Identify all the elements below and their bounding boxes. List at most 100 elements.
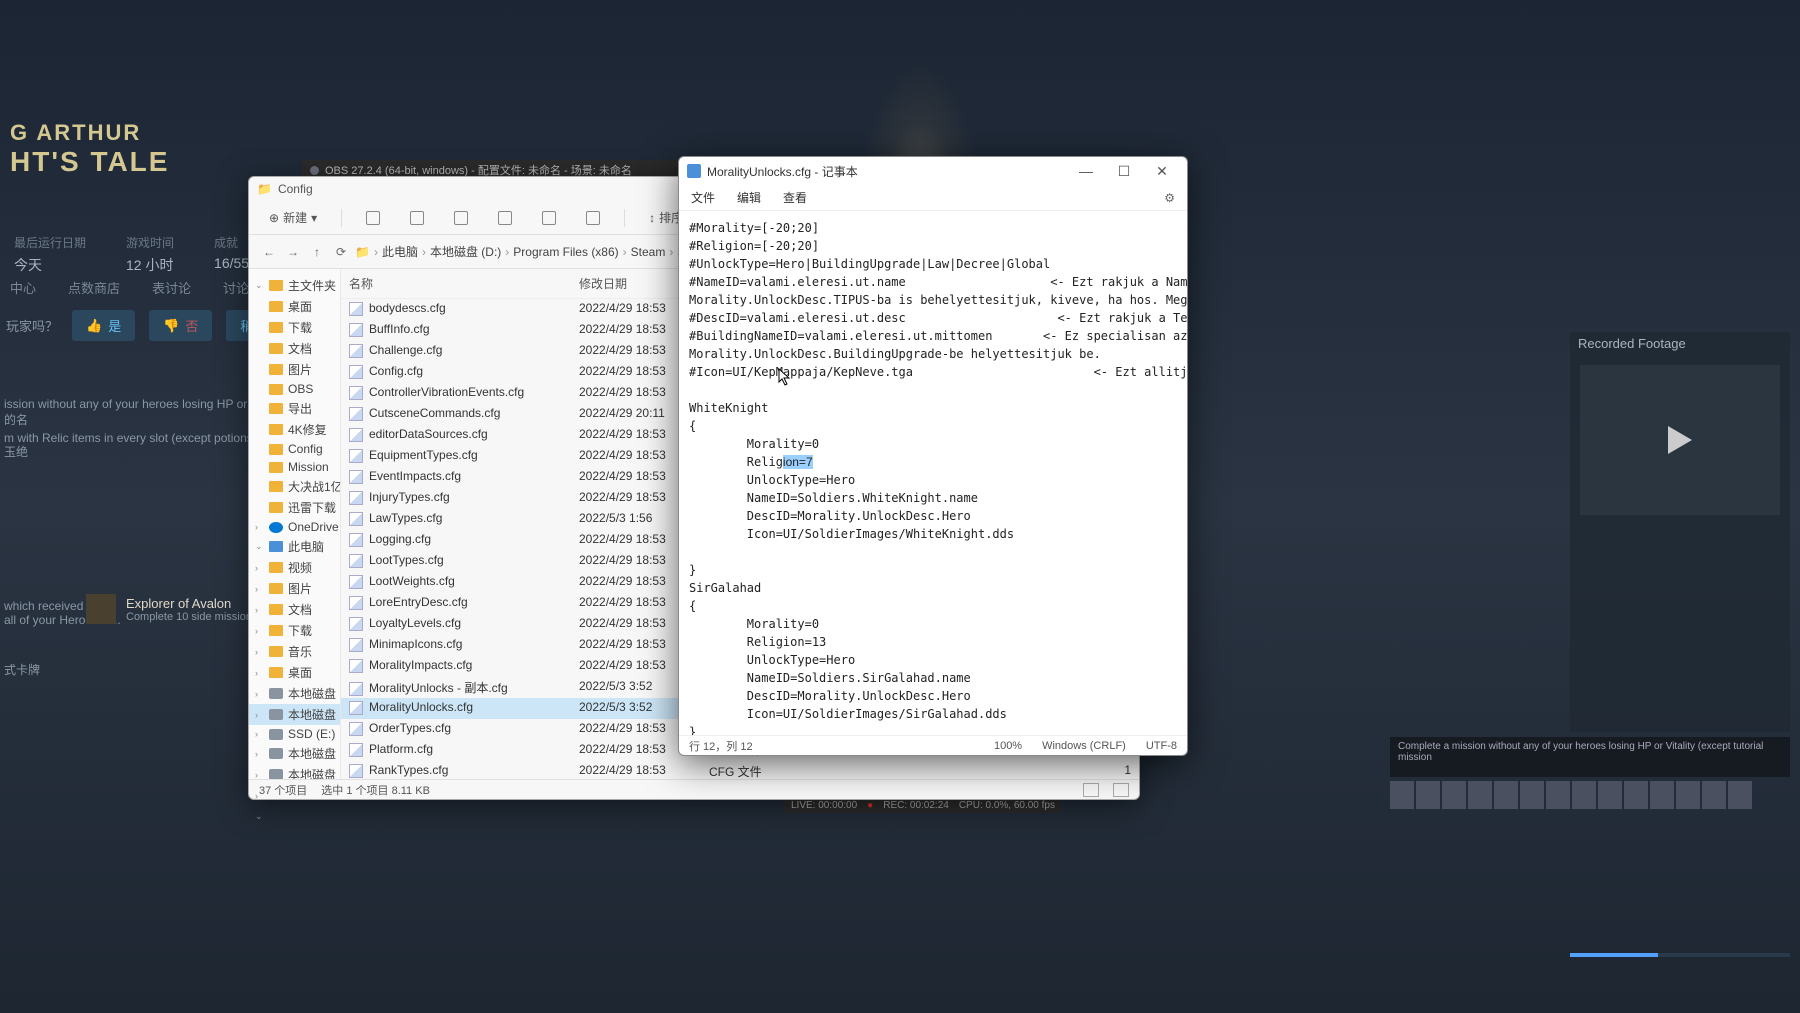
hero-portrait[interactable] bbox=[1468, 781, 1492, 809]
delete-icon bbox=[586, 211, 600, 225]
tree-item[interactable]: 下载 bbox=[249, 317, 340, 338]
hero-portrait[interactable] bbox=[1676, 781, 1700, 809]
logo-line2: HT'S TALE bbox=[10, 146, 169, 178]
tree-folder-icon bbox=[269, 462, 283, 473]
hero-portrait[interactable] bbox=[1650, 781, 1674, 809]
tree-item[interactable]: Config bbox=[249, 440, 340, 458]
delete-button[interactable] bbox=[580, 207, 606, 229]
hero-portrait[interactable] bbox=[1624, 781, 1648, 809]
breadcrumb-item[interactable]: Program Files (x86) bbox=[513, 245, 618, 259]
steam-tab[interactable]: 点数商店 bbox=[66, 274, 122, 301]
tree-item[interactable]: 导出 bbox=[249, 398, 340, 419]
forward-button[interactable]: → bbox=[283, 242, 303, 262]
menu-item[interactable]: 查看 bbox=[783, 189, 807, 206]
hero-portrait[interactable] bbox=[1494, 781, 1518, 809]
menu-item[interactable]: 编辑 bbox=[737, 189, 761, 206]
nav-tree[interactable]: ⌄主文件夹桌面下载文档图片OBS导出4K修复ConfigMission大决战1亿… bbox=[249, 269, 341, 779]
tree-item[interactable]: 4K修复 bbox=[249, 419, 340, 440]
tree-item[interactable]: ›本地磁盘 (F:) bbox=[249, 743, 340, 764]
cfg-file-icon bbox=[349, 428, 363, 442]
cfg-file-icon bbox=[349, 659, 363, 673]
tree-item[interactable]: 大决战1亿战役! bbox=[249, 476, 340, 497]
notepad-titlebar[interactable]: MoralityUnlocks.cfg - 记事本 — ☐ ✕ bbox=[679, 157, 1187, 185]
hero-portrait[interactable] bbox=[1702, 781, 1726, 809]
hero-portrait[interactable] bbox=[1442, 781, 1466, 809]
paste-button[interactable] bbox=[448, 207, 474, 229]
icons-view-button[interactable] bbox=[1113, 783, 1129, 797]
tree-folder-icon bbox=[269, 403, 283, 414]
tree-item[interactable]: ›下载 bbox=[249, 620, 340, 641]
back-button[interactable]: ← bbox=[259, 242, 279, 262]
review-no-button[interactable]: 👎 否 bbox=[149, 310, 212, 341]
cfg-file-icon bbox=[349, 596, 363, 610]
copy-button[interactable] bbox=[404, 207, 430, 229]
tree-item[interactable]: ›本地磁盘 (D:) bbox=[249, 704, 340, 725]
breadcrumb-item[interactable]: 本地磁盘 (D:) bbox=[430, 243, 501, 260]
hero-portrait[interactable] bbox=[1546, 781, 1570, 809]
hero-portrait[interactable] bbox=[1728, 781, 1752, 809]
tree-folder-icon bbox=[269, 583, 283, 594]
cfg-file-icon bbox=[349, 722, 363, 736]
hero-portrait[interactable] bbox=[1390, 781, 1414, 809]
cfg-file-icon bbox=[349, 512, 363, 526]
review-yes-button[interactable]: 👍 是 bbox=[72, 310, 135, 341]
tree-folder-icon bbox=[269, 384, 283, 395]
cfg-file-icon bbox=[349, 470, 363, 484]
tree-item[interactable]: OBS bbox=[249, 380, 340, 398]
up-button[interactable]: ↑ bbox=[307, 242, 327, 262]
tree-item[interactable]: ⌄主文件夹 bbox=[249, 275, 340, 296]
breadcrumb-item[interactable]: Steam bbox=[631, 245, 666, 259]
tree-item[interactable]: 图片 bbox=[249, 359, 340, 380]
notepad-textarea[interactable]: #Morality=[-20;20] #Religion=[-20;20] #U… bbox=[679, 211, 1187, 735]
hero-portrait[interactable] bbox=[1520, 781, 1544, 809]
tree-item[interactable]: ›桌面 bbox=[249, 662, 340, 683]
tree-item[interactable]: ›文档 bbox=[249, 599, 340, 620]
tree-item[interactable]: 文档 bbox=[249, 338, 340, 359]
rename-button[interactable] bbox=[492, 207, 518, 229]
cfg-file-icon bbox=[349, 344, 363, 358]
refresh-button[interactable]: ⟳ bbox=[331, 242, 351, 262]
maximize-button[interactable]: ☐ bbox=[1107, 160, 1141, 182]
tree-item[interactable]: ›图片 bbox=[249, 578, 340, 599]
cut-button[interactable] bbox=[360, 207, 386, 229]
hero-portrait[interactable] bbox=[1416, 781, 1440, 809]
footage-thumbnail[interactable] bbox=[1580, 365, 1780, 515]
notepad-window[interactable]: MoralityUnlocks.cfg - 记事本 — ☐ ✕ 文件编辑查看⚙ … bbox=[678, 156, 1188, 756]
steam-tabs: 中心点数商店表讨论讨论区 bbox=[0, 274, 264, 301]
menu-item[interactable]: 文件 bbox=[691, 189, 715, 206]
tree-folder-icon bbox=[269, 541, 283, 552]
tree-folder-icon bbox=[269, 562, 283, 573]
new-button[interactable]: ⊕ 新建 ▾ bbox=[263, 205, 323, 230]
achievement-card[interactable]: Explorer of Avalon Complete 10 side miss… bbox=[86, 594, 257, 624]
tree-item[interactable]: 桌面 bbox=[249, 296, 340, 317]
share-button[interactable] bbox=[536, 207, 562, 229]
tree-item[interactable]: 迅雷下载 bbox=[249, 497, 340, 518]
game-logo: G ARTHUR HT'S TALE bbox=[10, 120, 169, 178]
tree-item[interactable]: ›视频 bbox=[249, 557, 340, 578]
line-ending: Windows (CRLF) bbox=[1042, 740, 1126, 752]
tree-item[interactable]: ›SSD (E:) bbox=[249, 725, 340, 743]
tree-item[interactable]: ›本地磁盘 (G:) bbox=[249, 764, 340, 779]
hero-portrait[interactable] bbox=[1598, 781, 1622, 809]
file-row[interactable]: RankTypes.cfg2022/4/29 18:53CFG 文件1 bbox=[341, 761, 1139, 779]
minimize-button[interactable]: — bbox=[1069, 160, 1103, 182]
explorer-statusbar: 37 个项目 选中 1 个项目 8.11 KB bbox=[249, 779, 1139, 799]
footage-progress[interactable] bbox=[1570, 953, 1790, 957]
details-view-button[interactable] bbox=[1083, 783, 1099, 797]
tree-item[interactable]: Mission bbox=[249, 458, 340, 476]
tree-item[interactable]: ⌄此电脑 bbox=[249, 536, 340, 557]
gear-icon[interactable]: ⚙ bbox=[1164, 191, 1175, 205]
achievement-text-3: m with Relic items in every slot (except… bbox=[4, 430, 260, 447]
tree-item[interactable]: ›本地磁盘 (C:) bbox=[249, 683, 340, 704]
close-button[interactable]: ✕ bbox=[1145, 160, 1179, 182]
steam-tab[interactable]: 中心 bbox=[8, 274, 38, 301]
tree-item[interactable]: ›音乐 bbox=[249, 641, 340, 662]
tree-folder-icon bbox=[269, 709, 283, 720]
hero-portrait[interactable] bbox=[1572, 781, 1596, 809]
breadcrumb-item[interactable]: 此电脑 bbox=[382, 243, 418, 260]
col-name[interactable]: 名称 bbox=[341, 273, 571, 294]
stat-label: 游戏时间 bbox=[126, 234, 174, 251]
steam-tab[interactable]: 表讨论 bbox=[150, 274, 193, 301]
play-icon bbox=[1668, 426, 1692, 454]
tree-item[interactable]: ›OneDrive - Person bbox=[249, 518, 340, 536]
